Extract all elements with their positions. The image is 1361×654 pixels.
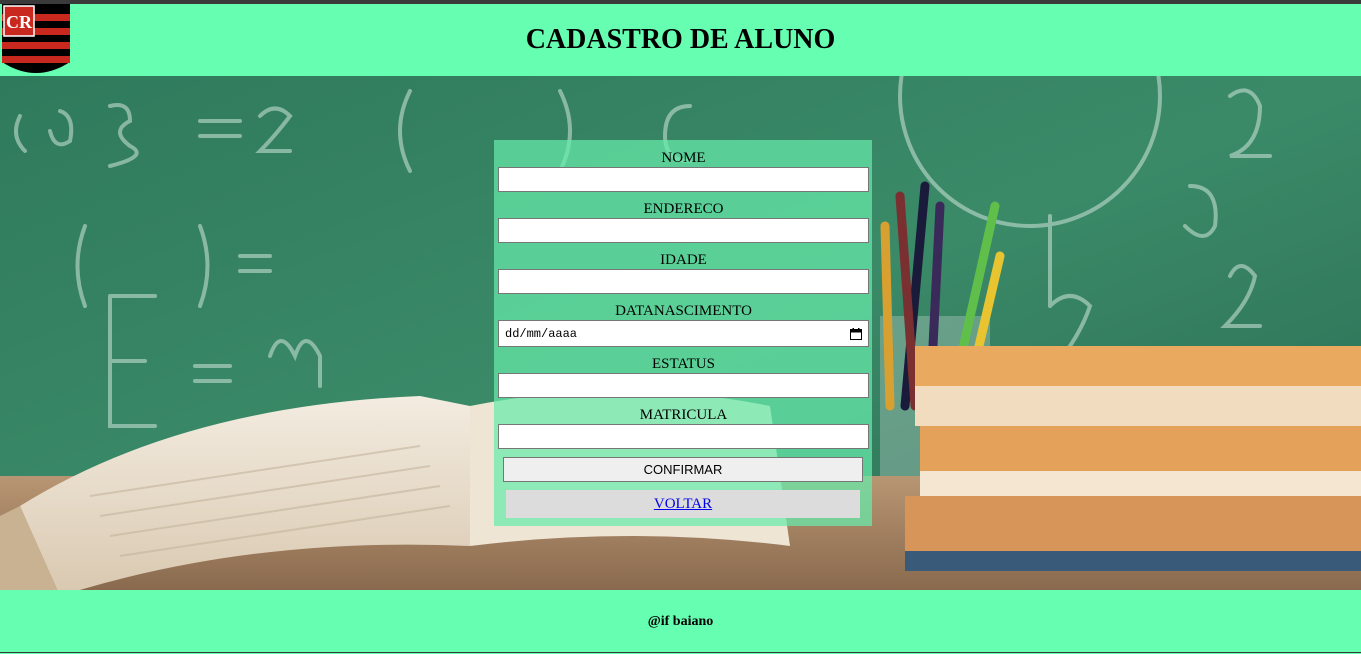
page-title: CADASTRO DE ALUNO: [525, 24, 836, 55]
endereco-input[interactable]: [498, 218, 869, 243]
field-group-matricula: MATRICULA: [498, 406, 869, 449]
page-header: CR CADASTRO DE ALUNO: [0, 4, 1361, 76]
estatus-input[interactable]: [498, 373, 869, 398]
nome-label: NOME: [661, 150, 706, 166]
matricula-label: MATRICULA: [639, 407, 728, 423]
back-button: VOLTAR: [506, 490, 860, 518]
idade-input[interactable]: [498, 269, 869, 294]
field-group-datanascimento: DATANASCIMENTO dd/mm/aaaa: [498, 302, 869, 347]
confirm-button[interactable]: CONFIRMAR: [503, 457, 863, 482]
endereco-label: ENDERECO: [643, 201, 724, 217]
field-group-nome: NOME: [498, 149, 869, 192]
footer-text: @if baiano: [647, 614, 714, 629]
field-group-idade: IDADE: [498, 251, 869, 294]
back-link[interactable]: VOLTAR: [654, 496, 712, 512]
page-footer: @if baiano: [0, 590, 1361, 653]
idade-label: IDADE: [660, 252, 707, 268]
calendar-icon[interactable]: [850, 327, 862, 340]
date-placeholder: dd/mm/aaaa: [505, 327, 578, 341]
field-group-endereco: ENDERECO: [498, 200, 869, 243]
field-group-estatus: ESTATUS: [498, 355, 869, 398]
estatus-label: ESTATUS: [652, 356, 715, 372]
datanascimento-label: DATANASCIMENTO: [615, 303, 752, 319]
datanascimento-input[interactable]: dd/mm/aaaa: [498, 320, 869, 347]
nome-input[interactable]: [498, 167, 869, 192]
student-registration-form: NOME ENDERECO IDADE DATANASCIMENTO dd/mm…: [494, 140, 872, 526]
matricula-input[interactable]: [498, 424, 869, 449]
